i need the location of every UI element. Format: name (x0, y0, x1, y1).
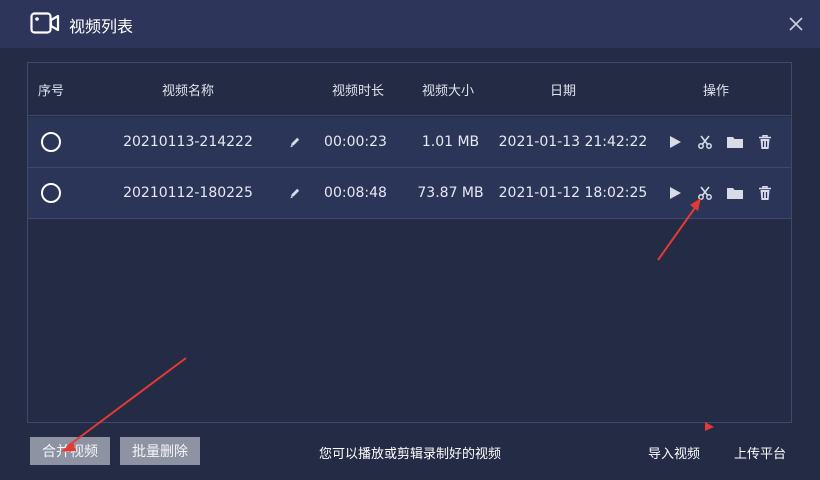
video-size: 1.01 MB (421, 134, 480, 150)
edit-icon[interactable] (284, 131, 306, 153)
play-icon[interactable] (664, 182, 686, 204)
edit-icon[interactable] (284, 182, 306, 204)
import-video-link[interactable]: 导入视频 (648, 443, 700, 462)
video-date: 2021-01-13 21:42:22 (498, 134, 648, 150)
upload-platform-link[interactable]: 上传平台 (734, 443, 786, 462)
video-camera-icon (30, 12, 60, 34)
header-name: 视频名称 (161, 83, 214, 99)
header-index: 序号 (38, 83, 65, 99)
batch-delete-button[interactable]: 批量删除 (120, 437, 200, 465)
close-icon[interactable] (784, 12, 808, 36)
scissors-icon[interactable] (694, 131, 716, 153)
row-select-radio[interactable] (41, 132, 61, 152)
table-header: 序号 视频名称 视频时长 视频大小 日期 操作 (28, 63, 791, 116)
annotation-marker (705, 422, 714, 431)
header-actions: 操作 (702, 83, 729, 99)
trash-icon[interactable] (754, 182, 776, 204)
merge-videos-button[interactable]: 合并视频 (30, 437, 110, 465)
row-select-radio[interactable] (41, 183, 61, 203)
table-row: 20210113-214222 00:00:23 1.01 MB 2021-01… (28, 117, 791, 168)
table-row: 20210112-180225 00:08:48 73.87 MB 2021-0… (28, 168, 791, 219)
video-list-panel: 序号 视频名称 视频时长 视频大小 日期 操作 20210113-214222 … (27, 62, 792, 423)
scissors-icon[interactable] (694, 182, 716, 204)
folder-icon[interactable] (724, 182, 746, 204)
hint-text: 您可以播放或剪辑录制好的视频 (318, 447, 501, 462)
folder-icon[interactable] (724, 131, 746, 153)
header-size: 视频大小 (421, 83, 474, 99)
play-icon[interactable] (664, 131, 686, 153)
title-bar: 视频列表 (0, 0, 820, 48)
video-name: 20210113-214222 (123, 134, 253, 150)
trash-icon[interactable] (754, 131, 776, 153)
video-duration: 00:08:48 (324, 185, 387, 201)
video-duration: 00:00:23 (324, 134, 387, 150)
video-name: 20210112-180225 (123, 185, 253, 201)
window-title: 视频列表 (69, 17, 134, 36)
header-date: 日期 (549, 83, 576, 99)
header-duration: 视频时长 (331, 83, 384, 99)
video-size: 73.87 MB (417, 185, 484, 201)
video-date: 2021-01-12 18:02:25 (498, 185, 648, 201)
